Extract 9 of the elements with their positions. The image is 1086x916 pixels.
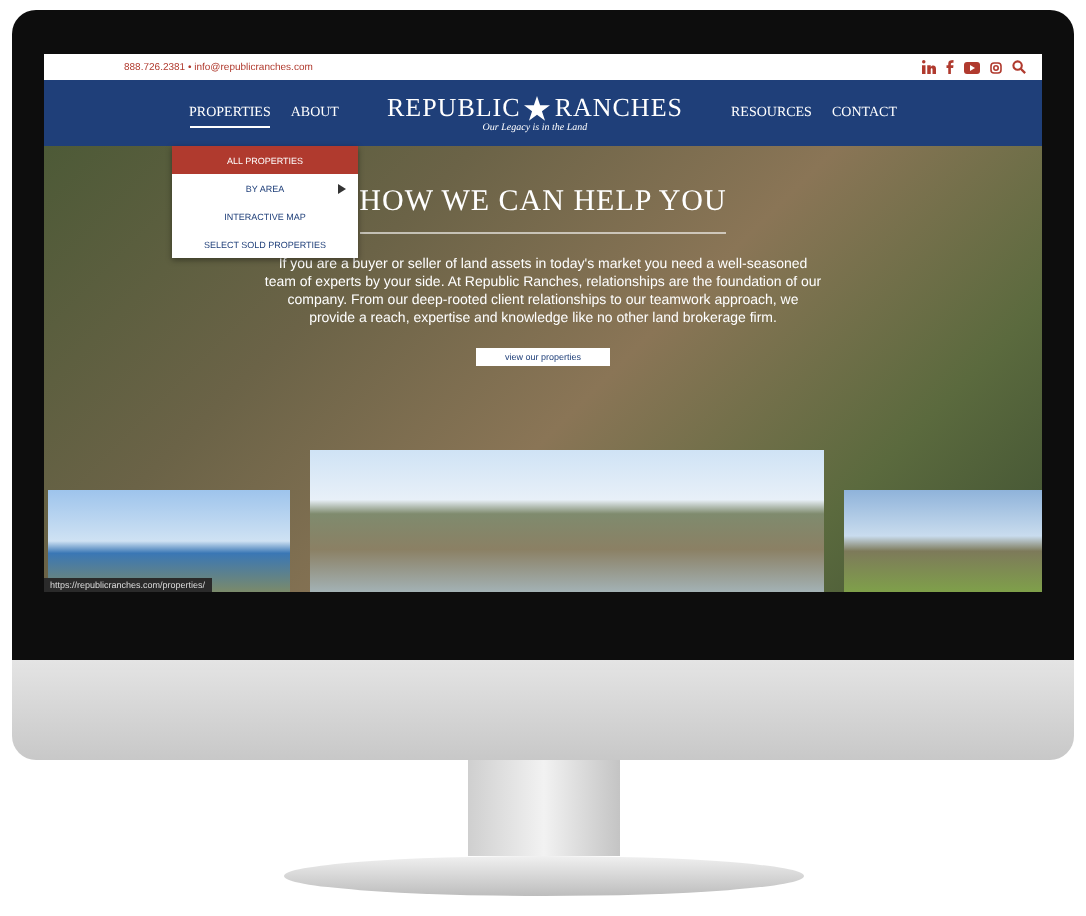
logo-text: REPUBLIC <box>386 92 521 123</box>
camera-icon[interactable] <box>990 61 1002 73</box>
linkedin-icon[interactable] <box>922 60 936 74</box>
facebook-icon[interactable] <box>946 60 954 74</box>
logo-text: RANCHES <box>554 92 683 123</box>
star-icon <box>524 95 551 121</box>
search-icon[interactable] <box>1012 60 1026 74</box>
hero-heading: HOW WE CAN HELP YOU <box>359 186 727 234</box>
play-icon[interactable] <box>964 61 980 73</box>
